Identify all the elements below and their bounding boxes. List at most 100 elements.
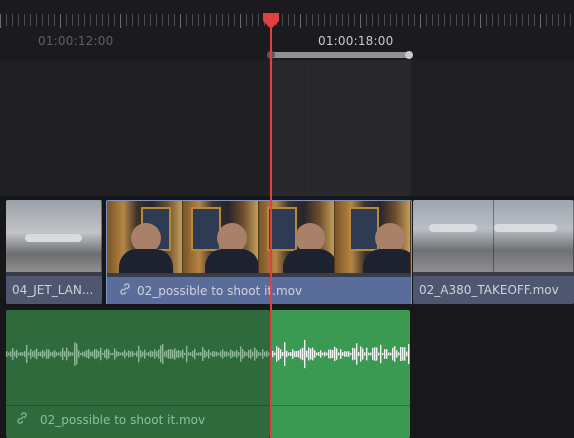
waveform-bar [46, 349, 48, 359]
waveform-bar [348, 351, 350, 357]
waveform-bar [90, 351, 92, 357]
clip-thumbnail [413, 200, 494, 272]
waveform-bar [286, 350, 288, 358]
waveform-bar [192, 350, 194, 358]
waveform-bar [144, 349, 146, 359]
waveform-bar [402, 347, 404, 361]
waveform-bar [272, 350, 274, 358]
playhead-line[interactable] [270, 14, 272, 438]
waveform-bar [156, 351, 158, 357]
waveform-bar [338, 352, 340, 356]
waveform-bar [370, 352, 372, 356]
waveform-bar [106, 348, 108, 360]
playhead-handle[interactable] [262, 13, 280, 29]
clip-thumbnail [183, 201, 259, 273]
clip-thumbnails [6, 200, 102, 272]
waveform-bar [262, 349, 264, 359]
waveform-bar [352, 347, 354, 361]
waveform-bar [56, 352, 58, 356]
waveform-bar [206, 351, 208, 357]
waveform-bar [266, 350, 268, 358]
waveform-bar [282, 352, 284, 356]
clip-thumbnails [107, 201, 411, 273]
waveform-bar [378, 352, 380, 356]
waveform-bar [210, 352, 212, 356]
waveform-bar [108, 349, 110, 359]
waveform-bar [322, 352, 324, 356]
waveform-bar [404, 347, 406, 361]
video-clip-label: 02_possible to shoot it.mov [137, 284, 303, 298]
waveform-bar [164, 351, 166, 357]
waveform-bar [44, 351, 46, 357]
waveform-bar [264, 351, 266, 357]
waveform-bar [278, 347, 280, 361]
waveform-bar [332, 350, 334, 358]
video-clip-label-row: 02_possible to shoot it.mov [107, 277, 411, 305]
waveform-bar [94, 349, 96, 359]
waveform-bar [218, 352, 220, 356]
waveform-bar [324, 351, 326, 357]
ruler-major-ticks [0, 14, 574, 28]
video-clip-a380-takeoff[interactable]: 02_A380_TAKEOFF.mov [413, 200, 574, 304]
waveform-bar [244, 351, 246, 357]
waveform-bar [252, 351, 254, 357]
waveform-bar [320, 350, 322, 358]
waveform-bar [326, 352, 328, 356]
waveform-bar [304, 339, 306, 369]
clip-thumbnail [493, 200, 574, 272]
waveform-bar [220, 351, 222, 357]
waveform-bar [24, 351, 26, 357]
waveform-bar [26, 345, 28, 363]
video-clip-possible-to-shoot[interactable]: 02_possible to shoot it.mov [106, 200, 412, 306]
waveform-bar [380, 344, 382, 364]
timeline-view[interactable]: 01:00:12:00 01:00:18:00 04_JET_LAN... 02… [0, 0, 574, 438]
waveform-bar [146, 352, 148, 356]
waveform-bar [222, 349, 224, 359]
waveform-bar [184, 352, 186, 356]
timeline-ruler[interactable]: 01:00:12:00 01:00:18:00 [0, 0, 574, 60]
clip-thumbnail [335, 201, 411, 273]
waveform-bar [66, 347, 68, 361]
waveform-bar [16, 349, 18, 359]
waveform-bar [250, 349, 252, 359]
waveform-bar [174, 348, 176, 360]
waveform-bar [190, 352, 192, 356]
waveform-bar [298, 350, 300, 358]
waveform-bar [284, 342, 286, 366]
waveform-bar [100, 347, 102, 361]
waveform-bar [122, 352, 124, 356]
in-out-range-bar[interactable] [267, 51, 413, 59]
waveform-bar [290, 352, 292, 356]
waveform-bar [288, 352, 290, 356]
waveform-bar [172, 349, 174, 359]
waveform-bar [22, 352, 24, 356]
waveform-bar [334, 346, 336, 362]
video-clip-jet-landing[interactable]: 04_JET_LAN... [6, 200, 102, 304]
waveform-bar [160, 345, 162, 363]
waveform-bar [98, 351, 100, 357]
link-icon [16, 412, 28, 427]
waveform-bar [20, 352, 22, 356]
waveform-bar [342, 352, 344, 356]
waveform-bar [114, 348, 116, 360]
waveform-bar [128, 350, 130, 358]
waveform-bar [374, 347, 376, 361]
waveform-bar [308, 347, 310, 361]
waveform-bar [330, 349, 332, 359]
waveform-bar [200, 352, 202, 356]
waveform-bar [180, 350, 182, 358]
waveform-bar [228, 352, 230, 356]
waveform-bar [328, 349, 330, 359]
waveform-bar [408, 344, 410, 364]
audio-clip-divider [6, 405, 410, 406]
waveform-bar [394, 346, 396, 362]
in-out-range-shade [269, 60, 411, 196]
waveform-bar [78, 350, 80, 358]
waveform-bar [84, 351, 86, 357]
waveform-bar [242, 349, 244, 359]
waveform-bar [260, 352, 262, 356]
waveform-bar [296, 351, 298, 357]
waveform-bar [154, 349, 156, 359]
clip-thumbnail [107, 201, 183, 273]
waveform-bar [62, 347, 64, 361]
